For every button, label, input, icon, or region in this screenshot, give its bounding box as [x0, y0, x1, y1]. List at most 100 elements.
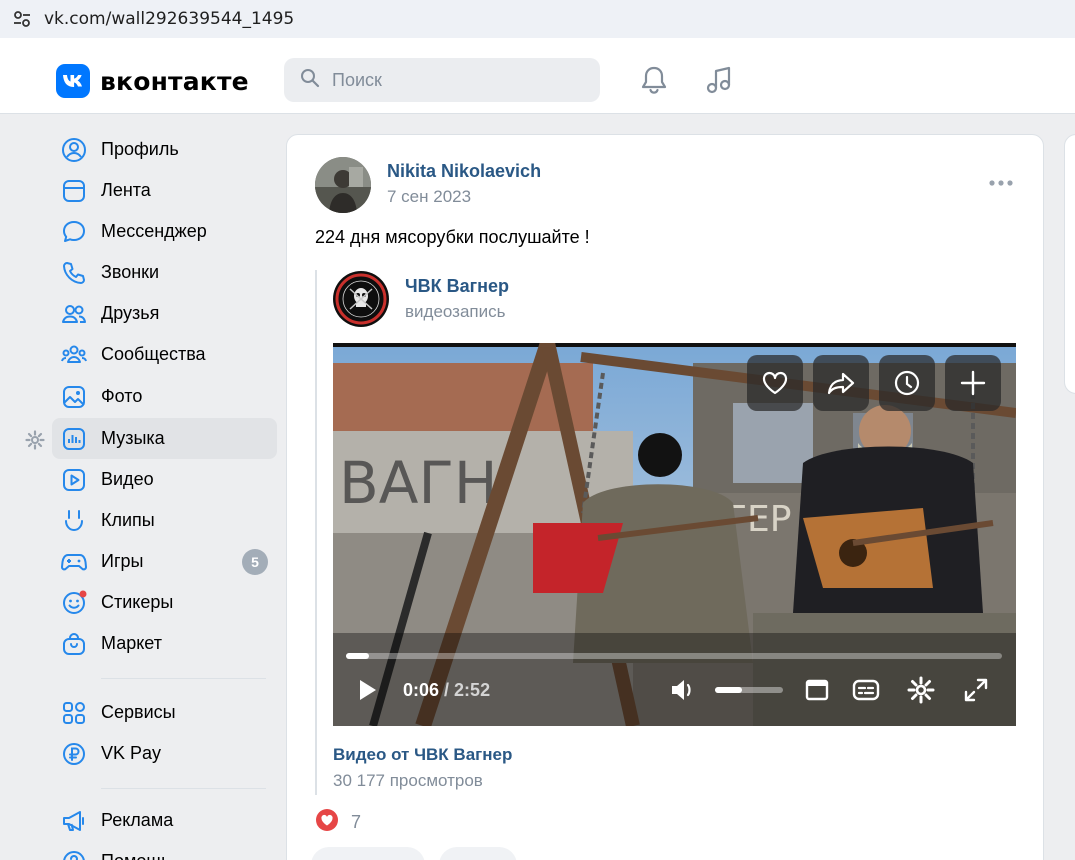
- search-icon: [300, 68, 320, 93]
- subtitles-icon[interactable]: [851, 677, 881, 703]
- sticker-icon: [61, 590, 87, 616]
- sidebar-item-label: Лента: [101, 180, 151, 200]
- sidebar-item-label: Помощь: [101, 851, 171, 860]
- site-settings-icon[interactable]: [0, 0, 44, 38]
- sidebar-item-label: Стикеры: [101, 592, 174, 612]
- sidebar-item-communities[interactable]: Сообщества: [52, 334, 277, 375]
- sidebar-item-games[interactable]: Игры 5: [52, 541, 277, 582]
- vk-logo-icon: [56, 64, 90, 98]
- sidebar-item-label: Игры: [101, 551, 144, 571]
- communities-icon: [61, 342, 87, 368]
- sidebar-item-photos[interactable]: Фото: [52, 376, 277, 417]
- wall-post: Nikita Nikolaevich 7 сен 2023 224 дня мя…: [286, 134, 1044, 860]
- comment-button[interactable]: [311, 847, 425, 860]
- music-settings-gear-icon[interactable]: [25, 430, 45, 450]
- sidebar-item-label: Музыка: [101, 428, 165, 448]
- sidebar-item-help[interactable]: Помощь: [52, 841, 277, 860]
- games-count-badge: 5: [242, 549, 268, 575]
- search-input[interactable]: [332, 69, 572, 91]
- video-time-total: 2:52: [454, 680, 491, 700]
- video-player[interactable]: ВАГН ГЕР 0:06 / 2:52: [333, 343, 1016, 726]
- like-video-heart-icon[interactable]: [747, 355, 803, 411]
- svg-text:ВАГН: ВАГН: [339, 449, 497, 517]
- sidebar-item-label: Реклама: [101, 810, 174, 830]
- sidebar-divider: [101, 788, 266, 789]
- logo-wordmark: вконтакте: [100, 66, 249, 96]
- video-views: 30 177 просмотров: [333, 771, 483, 790]
- repost-indicator-bar: [315, 270, 317, 795]
- gamepad-icon: [61, 549, 87, 575]
- sidebar-item-label: Сервисы: [101, 702, 176, 722]
- video-time-separator: /: [439, 680, 455, 700]
- sidebar-item-clips[interactable]: Клипы: [52, 500, 277, 541]
- sidebar-item-label: Мессенджер: [101, 221, 207, 241]
- photo-icon: [61, 384, 87, 410]
- post-date[interactable]: 7 сен 2023: [387, 187, 471, 207]
- video-progress-bar[interactable]: [346, 653, 1002, 659]
- megaphone-icon: [61, 808, 87, 834]
- sidebar-item-video[interactable]: Видео: [52, 459, 277, 500]
- sidebar-item-label: Видео: [101, 469, 154, 489]
- sidebar-item-label: Друзья: [101, 303, 160, 323]
- share-video-icon[interactable]: [813, 355, 869, 411]
- sidebar-item-friends[interactable]: Друзья: [52, 293, 277, 334]
- right-side-card: [1064, 134, 1075, 394]
- notifications-bell-icon[interactable]: [638, 64, 670, 96]
- sidebar-item-ads[interactable]: Реклама: [52, 800, 277, 841]
- sidebar-item-label: Маркет: [101, 633, 162, 653]
- sidebar-item-profile[interactable]: Профиль: [52, 129, 277, 170]
- video-time-current: 0:06: [403, 680, 440, 700]
- share-button[interactable]: [439, 847, 517, 860]
- post-author-name[interactable]: Nikita Nikolaevich: [387, 161, 541, 182]
- top-header: вконтакте: [0, 38, 1075, 114]
- like-heart-icon: [315, 809, 339, 836]
- settings-gear-icon[interactable]: [906, 676, 936, 704]
- video-time: 0:06 / 2:52: [403, 680, 490, 701]
- message-bubble-icon: [61, 219, 87, 245]
- search-box[interactable]: [284, 58, 600, 102]
- post-like-button[interactable]: 7: [315, 809, 361, 836]
- sidebar-item-market[interactable]: Маркет: [52, 623, 277, 664]
- friends-icon: [61, 301, 87, 327]
- vk-logo[interactable]: вконтакте: [56, 64, 249, 98]
- post-text: 224 дня мясорубки послушайте !: [315, 227, 590, 247]
- user-circle-icon: [61, 137, 87, 163]
- sidebar-item-label: Фото: [101, 386, 143, 406]
- sidebar-item-stickers[interactable]: Стикеры: [52, 582, 277, 623]
- left-sidebar: Профиль Лента Мессенджер Звонки Друзья С…: [0, 114, 286, 860]
- video-progress-fill: [346, 653, 369, 659]
- sidebar-item-label: Сообщества: [101, 344, 206, 364]
- watch-later-clock-icon[interactable]: [879, 355, 935, 411]
- source-avatar[interactable]: [333, 271, 389, 327]
- sidebar-item-vkpay[interactable]: VK Pay: [52, 733, 277, 774]
- market-bag-icon: [61, 631, 87, 657]
- mini-player-icon[interactable]: [803, 677, 831, 703]
- fullscreen-icon[interactable]: [962, 676, 990, 704]
- add-video-plus-icon[interactable]: [945, 355, 1001, 411]
- sidebar-item-messenger[interactable]: Мессенджер: [52, 211, 277, 252]
- play-icon[interactable]: [353, 676, 381, 704]
- music-note-icon[interactable]: [703, 64, 735, 96]
- address-bar-url[interactable]: vk.com/wall292639544_1495: [44, 9, 294, 29]
- video-icon: [61, 467, 87, 493]
- volume-icon[interactable]: [668, 676, 698, 704]
- video-title-link[interactable]: Видео от ЧВК Вагнер: [333, 745, 512, 765]
- vkpay-icon: [61, 741, 87, 767]
- source-type-label: видеозапись: [405, 302, 506, 321]
- sidebar-item-label: VK Pay: [101, 743, 162, 763]
- like-count: 7: [351, 812, 362, 832]
- more-options-icon[interactable]: [987, 173, 1015, 193]
- source-group-name[interactable]: ЧВК Вагнер: [405, 276, 509, 297]
- sidebar-item-label: Профиль: [101, 139, 179, 159]
- volume-slider-fill: [715, 687, 743, 693]
- volume-slider[interactable]: [715, 687, 783, 693]
- sidebar-item-label: Клипы: [101, 510, 155, 530]
- phone-icon: [61, 260, 87, 286]
- sidebar-item-music[interactable]: Музыка: [52, 418, 277, 459]
- sidebar-item-label: Звонки: [101, 262, 160, 282]
- sidebar-divider: [101, 678, 266, 679]
- sidebar-item-calls[interactable]: Звонки: [52, 252, 277, 293]
- sidebar-item-services[interactable]: Сервисы: [52, 692, 277, 733]
- author-avatar[interactable]: [315, 157, 371, 213]
- sidebar-item-feed[interactable]: Лента: [52, 170, 277, 211]
